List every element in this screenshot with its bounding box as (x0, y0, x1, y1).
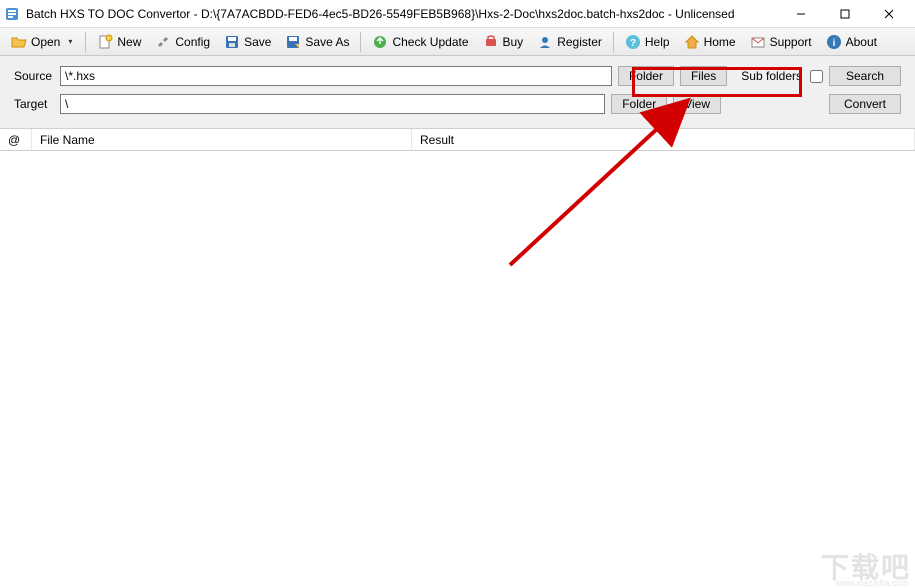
app-icon (4, 6, 20, 22)
open-label: Open (31, 35, 60, 49)
table-body[interactable] (0, 151, 915, 571)
maximize-button[interactable] (823, 1, 867, 27)
sub-folders-checkbox[interactable] (810, 70, 823, 83)
toolbar: Open ▾ New Config Save Save As Check Upd… (0, 28, 915, 56)
help-label: Help (645, 35, 670, 49)
col-result[interactable]: Result (412, 129, 915, 150)
toolbar-separator (360, 32, 361, 52)
target-input[interactable] (60, 94, 605, 114)
svg-text:?: ? (630, 38, 636, 49)
register-button[interactable]: Register (530, 30, 609, 54)
check-update-button[interactable]: Check Update (365, 30, 475, 54)
about-button[interactable]: i About (819, 30, 884, 54)
help-button[interactable]: ? Help (618, 30, 677, 54)
cart-icon (483, 34, 499, 50)
home-icon (684, 34, 700, 50)
sub-folders-label: Sub folders (741, 69, 802, 83)
form-area: Source Folder Files Sub folders Search T… (0, 56, 915, 129)
new-label: New (117, 35, 141, 49)
source-label: Source (14, 69, 54, 83)
source-input[interactable] (60, 66, 612, 86)
check-update-label: Check Update (392, 35, 468, 49)
convert-button[interactable]: Convert (829, 94, 901, 114)
folder-open-icon (11, 34, 27, 50)
table-header: @ File Name Result (0, 129, 915, 151)
support-button[interactable]: Support (743, 30, 819, 54)
target-view-button[interactable]: View (673, 94, 721, 114)
svg-text:i: i (832, 38, 835, 49)
support-label: Support (770, 35, 812, 49)
save-as-icon (285, 34, 301, 50)
target-label: Target (14, 97, 54, 111)
save-icon (224, 34, 240, 50)
home-label: Home (704, 35, 736, 49)
col-filename[interactable]: File Name (32, 129, 412, 150)
window-title: Batch HXS TO DOC Convertor - D:\{7A7ACBD… (26, 7, 779, 21)
config-label: Config (175, 35, 210, 49)
home-button[interactable]: Home (677, 30, 743, 54)
minimize-button[interactable] (779, 1, 823, 27)
new-button[interactable]: New (90, 30, 148, 54)
new-file-icon (97, 34, 113, 50)
config-icon (155, 34, 171, 50)
source-folder-button[interactable]: Folder (618, 66, 674, 86)
chevron-down-icon: ▾ (66, 37, 74, 46)
open-button[interactable]: Open ▾ (4, 30, 81, 54)
update-icon (372, 34, 388, 50)
save-button[interactable]: Save (217, 30, 278, 54)
target-row: Target Folder View Convert (14, 94, 901, 114)
save-as-button[interactable]: Save As (278, 30, 356, 54)
config-button[interactable]: Config (148, 30, 217, 54)
help-icon: ? (625, 34, 641, 50)
toolbar-separator (85, 32, 86, 52)
search-button[interactable]: Search (829, 66, 901, 86)
close-button[interactable] (867, 1, 911, 27)
window-controls (779, 1, 911, 27)
watermark-url: www.xiazaiba.com (835, 578, 909, 588)
about-icon: i (826, 34, 842, 50)
source-row: Source Folder Files Sub folders Search (14, 66, 901, 86)
toolbar-separator (613, 32, 614, 52)
register-icon (537, 34, 553, 50)
source-files-button[interactable]: Files (680, 66, 727, 86)
about-label: About (846, 35, 877, 49)
buy-label: Buy (503, 35, 524, 49)
support-icon (750, 34, 766, 50)
col-at[interactable]: @ (0, 129, 32, 150)
titlebar: Batch HXS TO DOC Convertor - D:\{7A7ACBD… (0, 0, 915, 28)
register-label: Register (557, 35, 602, 49)
target-folder-button[interactable]: Folder (611, 94, 667, 114)
save-as-label: Save As (305, 35, 349, 49)
buy-button[interactable]: Buy (476, 30, 531, 54)
save-label: Save (244, 35, 271, 49)
